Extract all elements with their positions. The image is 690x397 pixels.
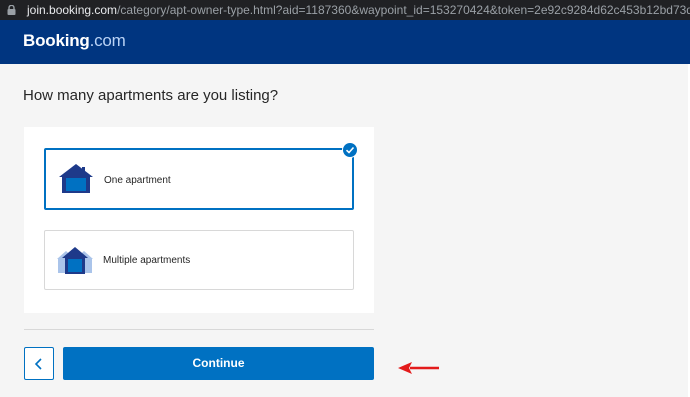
option-multiple-apartments[interactable]: Multiple apartments [44, 230, 354, 290]
url-domain: join.booking.com [27, 3, 118, 17]
back-button[interactable] [24, 347, 54, 380]
browser-address-bar[interactable]: join.booking.com/category/apt-owner-type… [0, 0, 690, 20]
option-label: Multiple apartments [103, 255, 191, 266]
house-icon [59, 164, 93, 193]
lock-icon [7, 5, 16, 15]
continue-button[interactable]: Continue [63, 347, 374, 380]
url-text: join.booking.com/category/apt-owner-type… [27, 0, 690, 20]
annotation-arrow-icon [398, 362, 439, 374]
logo-main: Booking [23, 31, 90, 50]
divider [24, 329, 374, 330]
option-one-apartment[interactable]: One apartment [44, 148, 354, 210]
options-card: One apartment Multiple apartments [24, 127, 374, 313]
multiple-houses-icon [57, 247, 93, 274]
url-path: /category/apt-owner-type.html?aid=118736… [117, 3, 690, 17]
chevron-left-icon [34, 358, 42, 370]
site-header: Booking.com [0, 20, 690, 64]
selected-checkmark-icon [342, 142, 358, 158]
logo-suffix: .com [89, 31, 126, 50]
booking-logo[interactable]: Booking.com [23, 31, 126, 51]
page-question: How many apartments are you listing? [23, 87, 279, 104]
option-label: One apartment [104, 175, 171, 186]
